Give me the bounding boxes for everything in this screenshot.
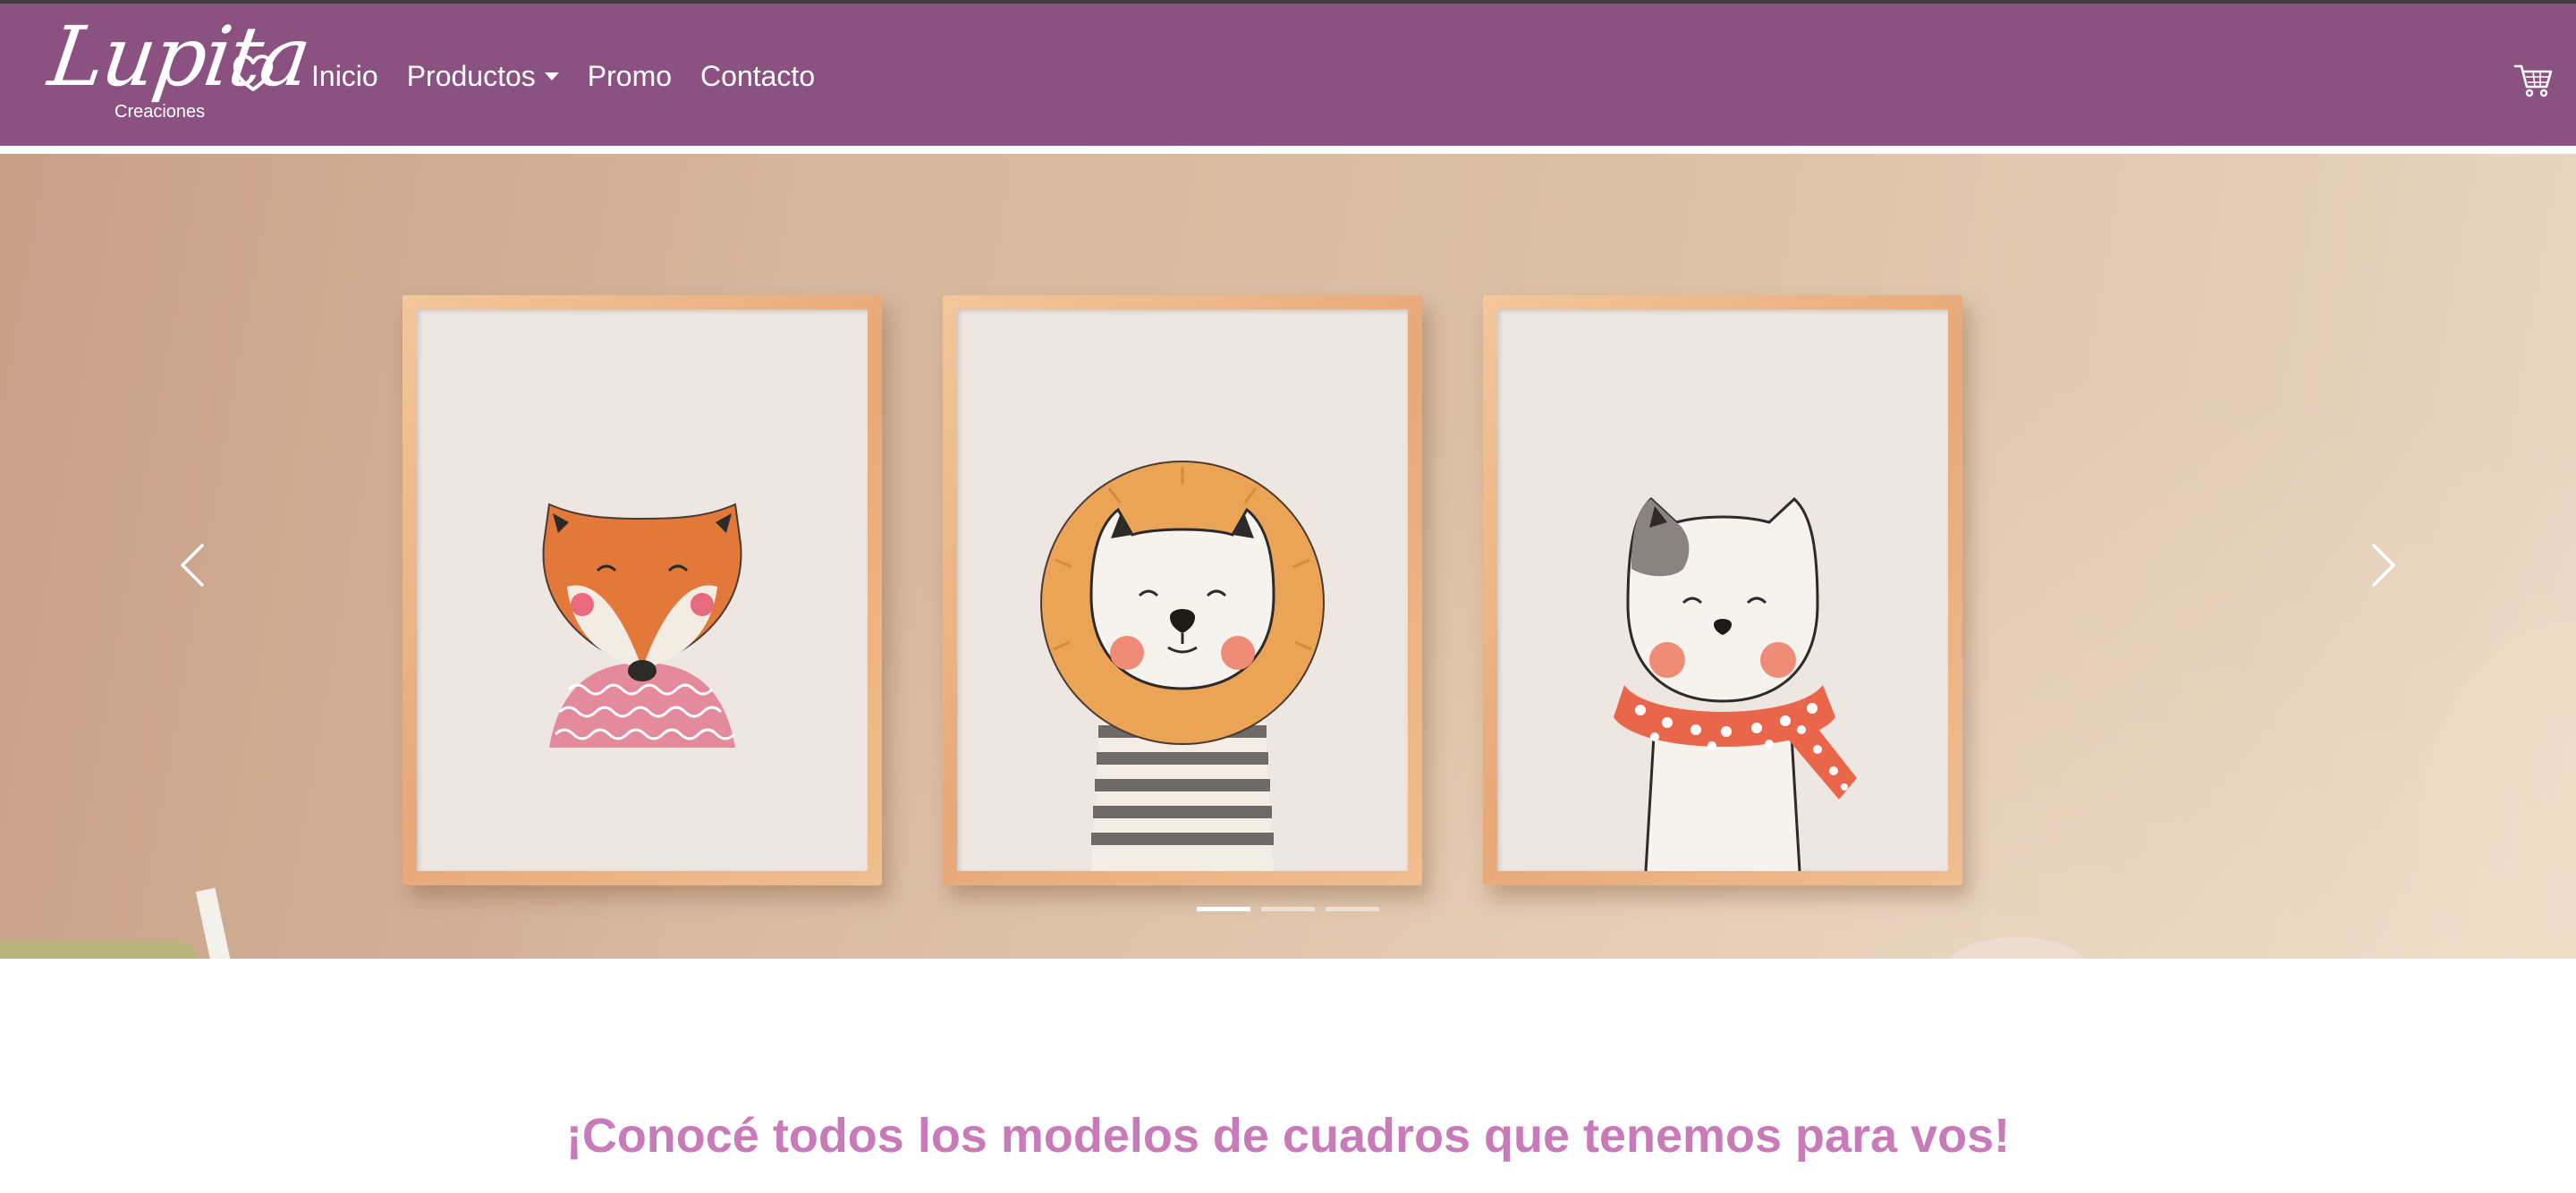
carousel-indicator-2[interactable] xyxy=(1261,907,1315,911)
cat-illustration xyxy=(1497,309,1948,871)
carousel-indicator-1[interactable] xyxy=(1197,907,1250,911)
nav-item-label: Productos xyxy=(406,60,536,92)
brand-subtitle: Creaciones xyxy=(114,102,206,122)
carousel-indicators xyxy=(1197,907,1379,911)
frame-fox xyxy=(402,295,882,885)
nav-item-inicio[interactable]: Inicio xyxy=(297,60,393,93)
page-title: ¡Conocé todos los modelos de cuadros que… xyxy=(565,1108,2011,1163)
nav-item-label: Promo xyxy=(587,60,673,92)
frame-cat xyxy=(1483,295,1962,885)
desk-object xyxy=(0,941,197,959)
main-nav: Inicio Productos Promo Contacto xyxy=(297,4,829,149)
carousel-indicator-3[interactable] xyxy=(1326,907,1379,911)
nav-item-label: Contacto xyxy=(700,60,816,92)
hero-carousel xyxy=(0,154,2576,959)
fox-illustration xyxy=(417,309,868,871)
frame-lion xyxy=(943,295,1422,885)
nav-item-label: Inicio xyxy=(311,60,378,92)
caret-down-icon xyxy=(544,72,559,80)
nav-item-productos[interactable]: Productos xyxy=(393,60,573,93)
nav-item-promo[interactable]: Promo xyxy=(573,60,686,93)
brand-logo[interactable]: Lupita Creaciones xyxy=(44,9,316,131)
heart-icon xyxy=(233,55,274,91)
chevron-right-icon[interactable] xyxy=(2356,529,2410,601)
navbar: Lupita Creaciones Inicio Productos Promo… xyxy=(0,0,2576,146)
cart-icon[interactable] xyxy=(2513,63,2553,98)
lion-illustration xyxy=(957,309,1408,871)
nav-item-contacto[interactable]: Contacto xyxy=(686,60,829,93)
chevron-left-icon[interactable] xyxy=(166,529,220,601)
